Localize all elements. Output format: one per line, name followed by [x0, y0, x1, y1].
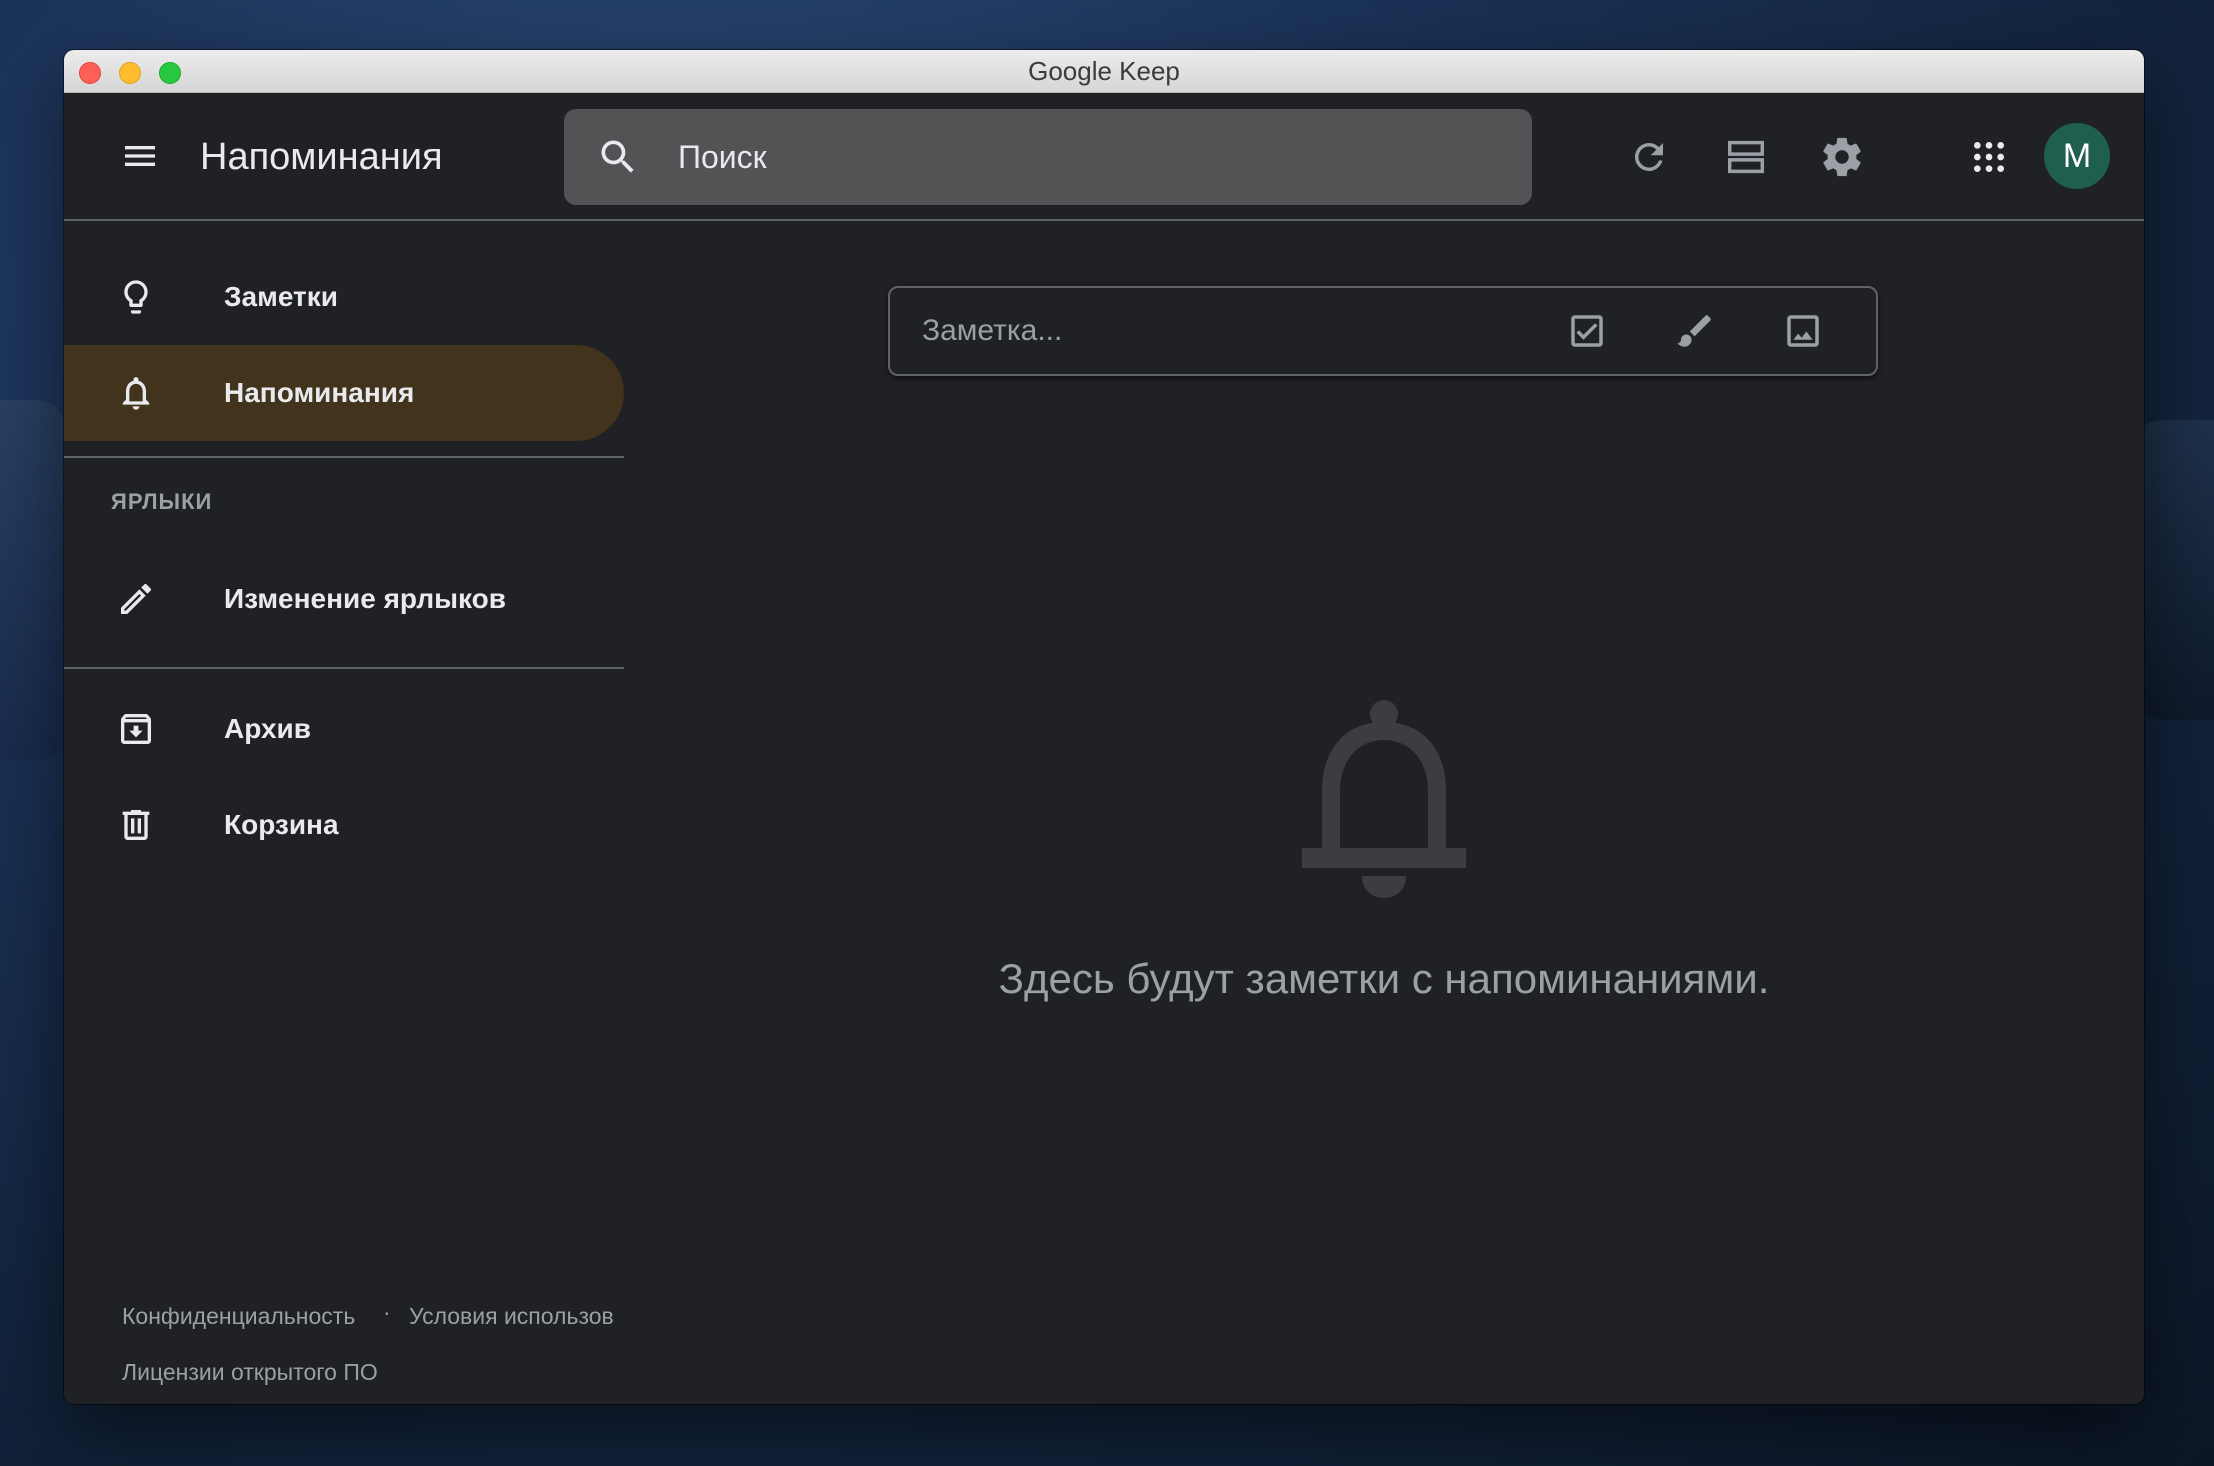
image-icon — [1787, 315, 1819, 347]
lightbulb-icon — [124, 280, 148, 314]
apps-button[interactable] — [1949, 117, 2029, 197]
sidebar-item-notes[interactable]: Заметки — [64, 249, 624, 345]
sidebar-divider — [64, 456, 624, 458]
page-title: Напоминания — [200, 136, 443, 178]
refresh-icon — [1634, 142, 1663, 171]
checkbox-icon — [1571, 315, 1603, 347]
desktop-wallpaper-left — [0, 400, 66, 760]
sidebar-item-label: Заметки — [224, 281, 338, 312]
take-note-bar[interactable]: Заметка... — [888, 286, 1878, 376]
sidebar-item-label: Изменение ярлыков — [224, 583, 506, 614]
list-view-icon — [1727, 140, 1765, 174]
sidebar-item-label: Корзина — [224, 809, 339, 840]
brush-icon — [1677, 315, 1711, 347]
sidebar-item-trash[interactable]: Корзина — [64, 777, 624, 873]
main-menu-button[interactable] — [100, 116, 180, 196]
sidebar-divider — [64, 667, 624, 669]
app-header: Напоминания Поиск M — [64, 93, 2144, 221]
apps-grid-icon — [1974, 142, 2004, 172]
refresh-button[interactable] — [1609, 117, 1689, 197]
window-titlebar: Google Keep — [64, 50, 2144, 93]
list-view-button[interactable] — [1706, 117, 1786, 197]
app-window: Google Keep Напоминания Поиск M Заметки — [64, 50, 2144, 1404]
trash-icon — [122, 810, 150, 840]
new-drawing-button[interactable] — [1665, 301, 1725, 361]
bell-icon — [122, 377, 150, 410]
window-title: Google Keep — [1028, 56, 1180, 86]
terms-link[interactable]: Условия использов — [409, 1303, 624, 1330]
sidebar-item-label: Архив — [224, 713, 311, 744]
archive-icon — [121, 713, 151, 744]
take-note-input[interactable]: Заметка... — [922, 288, 1062, 374]
sidebar-item-edit-labels[interactable]: Изменение ярлыков — [64, 551, 624, 647]
settings-icon — [1823, 137, 1861, 177]
footer-separator: · — [383, 1299, 391, 1325]
pencil-icon — [121, 583, 152, 614]
sidebar-item-label: Напоминания — [224, 377, 415, 408]
licenses-link[interactable]: Лицензии открытого ПО — [122, 1359, 378, 1386]
search-bar[interactable]: Поиск — [564, 109, 1532, 205]
empty-state-bell-icon — [1302, 700, 1466, 898]
search-input[interactable]: Поиск — [678, 109, 767, 205]
menu-icon — [125, 146, 155, 166]
sidebar: Заметки Напоминания ЯРЛЫКИ Изменение ярл… — [64, 221, 624, 1404]
new-image-note-button[interactable] — [1773, 301, 1833, 361]
empty-state-message: Здесь будут заметки с напоминаниями. — [998, 955, 1770, 1002]
account-avatar[interactable]: M — [2044, 123, 2110, 189]
privacy-link[interactable]: Конфиденциальность — [122, 1303, 355, 1330]
sidebar-item-archive[interactable]: Архив — [64, 681, 624, 777]
settings-button[interactable] — [1802, 117, 1882, 197]
labels-section-heading: ЯРЛЫКИ — [111, 489, 213, 514]
search-icon[interactable] — [596, 135, 640, 179]
new-list-button[interactable] — [1557, 301, 1617, 361]
sidebar-item-reminders[interactable]: Напоминания — [64, 345, 624, 441]
